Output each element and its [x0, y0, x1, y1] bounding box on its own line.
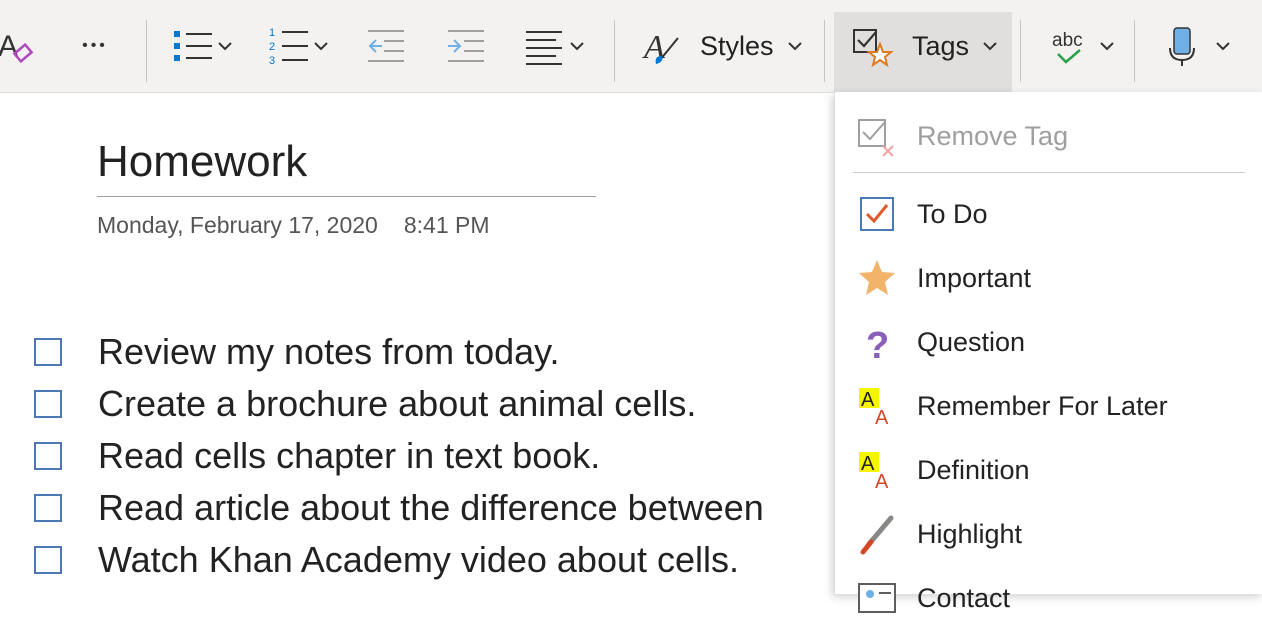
page-date: Monday, February 17, 2020: [97, 212, 378, 238]
toolbar-separator: [824, 20, 825, 82]
styles-label: Styles: [700, 30, 774, 61]
chevron-down-icon: [983, 42, 997, 51]
align-left-icon: [526, 31, 562, 65]
increase-indent-icon: [448, 30, 484, 62]
menu-item-label: To Do: [917, 198, 988, 229]
svg-text:2: 2: [269, 41, 275, 53]
svg-text:3: 3: [269, 55, 275, 67]
chevron-down-icon: [570, 42, 584, 51]
todo-checkbox[interactable]: [34, 442, 62, 470]
menu-separator: [853, 172, 1245, 173]
toolbar-separator: [614, 20, 615, 82]
todo-checkbox[interactable]: [34, 546, 62, 574]
svg-text:A: A: [875, 471, 889, 492]
spell-check-icon: abc: [1052, 30, 1083, 64]
menu-item-highlight[interactable]: Highlight: [835, 504, 1262, 564]
menu-item-label: Remove Tag: [917, 120, 1069, 151]
menu-item-label: Important: [917, 262, 1032, 293]
bullet-list-button[interactable]: [168, 0, 248, 92]
more-options-button[interactable]: •••: [70, 0, 120, 92]
svg-text:A: A: [0, 30, 18, 63]
dictate-button[interactable]: [1162, 0, 1242, 92]
chevron-down-icon: [1216, 42, 1230, 51]
highlight-a-icon: A A: [855, 384, 899, 428]
ribbon-toolbar: A ••• 1 2 3 A Styles Tags abc: [0, 0, 1262, 93]
todo-checkbox-icon: [855, 192, 899, 236]
tags-dropdown-menu: Remove Tag To Do Important ? Question A …: [834, 92, 1262, 613]
chevron-down-icon: [314, 42, 328, 51]
toolbar-separator: [1020, 20, 1021, 82]
menu-item-label: Definition: [917, 454, 1030, 485]
todo-item[interactable]: Review my notes from today.: [34, 326, 560, 378]
menu-item-label: Contact: [917, 582, 1011, 613]
more-icon: •••: [82, 37, 108, 54]
todo-text[interactable]: Read article about the difference betwee…: [98, 487, 764, 529]
svg-text:abc: abc: [1052, 30, 1083, 51]
todo-checkbox[interactable]: [34, 338, 62, 366]
todo-item[interactable]: Read article about the difference betwee…: [34, 482, 764, 534]
svg-text:A: A: [861, 389, 875, 411]
page-time: 8:41 PM: [403, 212, 490, 238]
paragraph-alignment-button[interactable]: [522, 0, 600, 92]
decrease-indent-button[interactable]: [364, 0, 412, 92]
highlighter-pen-icon: [855, 512, 899, 556]
menu-item-label: Question: [917, 326, 1026, 357]
remove-tag-icon: [855, 114, 899, 158]
styles-brush-icon: A: [642, 29, 679, 66]
spelling-button[interactable]: abc: [1048, 0, 1122, 92]
highlight-a-icon: A A: [855, 448, 899, 492]
star-icon: [855, 256, 899, 300]
increase-indent-button[interactable]: [444, 0, 492, 92]
bullet-list-icon: [174, 31, 212, 61]
menu-item-label: Highlight: [917, 518, 1023, 549]
tags-label: Tags: [912, 30, 970, 61]
chevron-down-icon: [1100, 42, 1114, 51]
menu-item-remember-for-later[interactable]: A A Remember For Later: [835, 376, 1262, 436]
microphone-icon: [1169, 27, 1195, 66]
todo-item[interactable]: Watch Khan Academy video about cells.: [34, 534, 739, 586]
menu-item-to-do[interactable]: To Do: [835, 184, 1262, 244]
styles-button[interactable]: A Styles: [642, 0, 812, 92]
todo-text[interactable]: Review my notes from today.: [98, 331, 560, 373]
todo-checkbox[interactable]: [34, 390, 62, 418]
numbered-list-icon: 1 2 3: [269, 27, 308, 67]
decrease-indent-icon: [368, 30, 404, 62]
todo-item[interactable]: Read cells chapter in text book.: [34, 430, 600, 482]
svg-text:?: ?: [866, 325, 889, 364]
contact-card-icon: [855, 576, 899, 620]
clear-formatting-icon: A: [0, 30, 34, 64]
chevron-down-icon: [787, 42, 802, 51]
question-icon: ?: [855, 320, 899, 364]
numbered-list-button[interactable]: 1 2 3: [262, 0, 344, 92]
todo-item[interactable]: Create a brochure about animal cells.: [34, 378, 696, 430]
svg-text:A: A: [861, 453, 875, 475]
menu-item-label: Remember For Later: [917, 390, 1168, 421]
tag-star-checkbox-icon: [853, 29, 894, 68]
todo-checkbox[interactable]: [34, 494, 62, 522]
toolbar-separator: [146, 20, 147, 82]
page-date-time: Monday, February 17, 2020 8:41 PM: [97, 212, 490, 239]
menu-item-important[interactable]: Important: [835, 248, 1262, 308]
menu-item-contact[interactable]: Contact: [835, 568, 1262, 628]
page-title[interactable]: Homework: [97, 134, 596, 197]
clear-formatting-button[interactable]: A: [0, 0, 46, 92]
menu-item-definition[interactable]: A A Definition: [835, 440, 1262, 500]
todo-text[interactable]: Create a brochure about animal cells.: [98, 383, 696, 425]
todo-text[interactable]: Watch Khan Academy video about cells.: [98, 539, 739, 581]
svg-text:1: 1: [269, 27, 275, 39]
toolbar-separator: [1134, 20, 1135, 82]
todo-text[interactable]: Read cells chapter in text book.: [98, 435, 600, 477]
chevron-down-icon: [218, 42, 232, 51]
menu-item-remove-tag[interactable]: Remove Tag: [835, 106, 1262, 166]
tags-button[interactable]: Tags: [850, 0, 1010, 92]
svg-text:A: A: [875, 407, 889, 428]
menu-item-question[interactable]: ? Question: [835, 312, 1262, 372]
